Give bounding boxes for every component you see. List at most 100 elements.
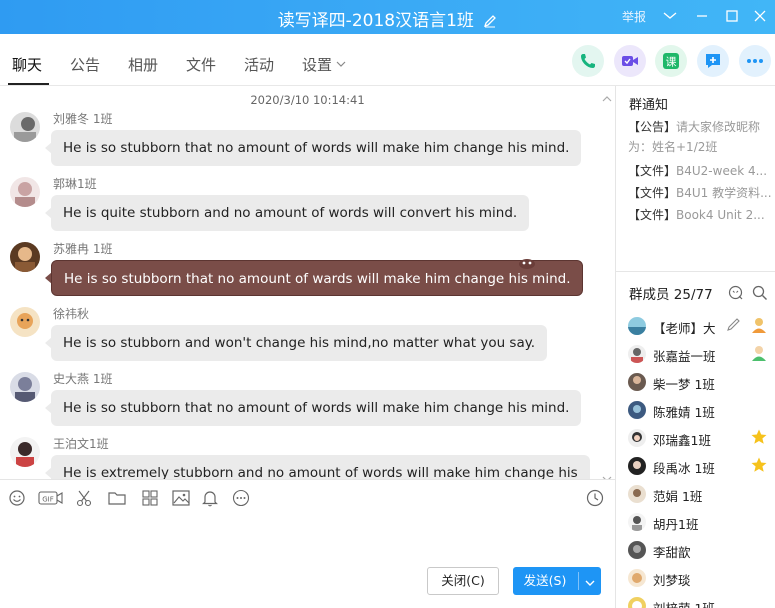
more-dots-icon[interactable] — [232, 489, 252, 507]
avatar — [628, 541, 646, 559]
folder-icon[interactable] — [108, 489, 128, 507]
image-icon[interactable] — [172, 489, 192, 507]
notice-item[interactable]: 【文件】B4U2-week 4... — [628, 162, 772, 179]
message-bubble[interactable]: He is so stubborn that no amount of word… — [51, 130, 582, 166]
title-bar: 读写译四-2018汉语言1班 举报 — [0, 0, 775, 34]
message-bubble[interactable]: He is so stubborn that no amount of word… — [51, 390, 582, 426]
message-bubble[interactable]: He is so stubborn that no amount of ward… — [51, 260, 584, 296]
send-button[interactable]: 发送(S) — [513, 567, 601, 595]
avatar[interactable] — [10, 437, 40, 467]
avatar — [628, 345, 646, 363]
sticker-icon[interactable] — [141, 489, 161, 507]
sender-name[interactable]: 徐祎秋 — [53, 305, 89, 322]
whiteboard-button[interactable] — [697, 45, 729, 77]
more-icon — [747, 59, 763, 63]
svg-text:GIF: GIF — [42, 496, 54, 504]
chevron-down-icon[interactable] — [584, 576, 596, 591]
notice-item[interactable]: 为：姓名+1/2班 — [628, 138, 772, 155]
clock-icon[interactable] — [586, 489, 606, 507]
member-item[interactable]: 李甜歆 — [628, 539, 775, 561]
chevron-down-icon — [336, 54, 346, 72]
close-button[interactable]: 关闭(C) — [427, 567, 499, 595]
group-notice-title[interactable]: 群通知 — [629, 94, 668, 113]
avatar[interactable] — [10, 242, 40, 272]
emoji-icon[interactable] — [8, 489, 28, 507]
member-item[interactable]: 段禹冰 1班 — [628, 455, 775, 477]
tab-album[interactable]: 相册 — [128, 54, 158, 75]
notice-item[interactable]: 【公告】请大家修改昵称 — [628, 118, 772, 135]
members-title: 群成员 25/77 — [629, 287, 713, 303]
tab-files[interactable]: 文件 — [186, 54, 216, 75]
avatar[interactable] — [10, 177, 40, 207]
owner-badge-icon — [750, 316, 768, 338]
avatar[interactable] — [10, 307, 40, 337]
avatar[interactable] — [10, 112, 40, 142]
edit-icon[interactable] — [483, 13, 497, 33]
report-link[interactable]: 举报 — [622, 8, 646, 25]
avatar[interactable] — [10, 372, 40, 402]
sender-name[interactable]: 史大燕 1班 — [53, 370, 112, 387]
avatar — [628, 401, 646, 419]
chevron-down-icon[interactable] — [660, 6, 680, 26]
member-name: 刘梦琰 — [653, 573, 691, 588]
gif-icon[interactable]: GIF — [38, 489, 64, 507]
tab-settings-label: 设置 — [302, 56, 333, 74]
member-name: 柴一梦 1班 — [653, 377, 715, 392]
member-item[interactable]: 刘梦琰 — [628, 567, 775, 589]
panel-divider — [616, 271, 775, 272]
notice-item[interactable]: 【文件】Book4 Unit 2... — [628, 206, 772, 223]
member-item[interactable]: 胡丹1班 — [628, 511, 775, 533]
screenshot-scissors-icon[interactable] — [75, 489, 95, 507]
member-name: 邓瑞鑫1班 — [653, 433, 711, 448]
member-item[interactable]: 柴一梦 1班 — [628, 371, 775, 393]
member-item[interactable]: 张嘉益一班 — [628, 343, 775, 365]
admin-badge-icon — [750, 344, 768, 366]
search-icon[interactable] — [752, 285, 768, 305]
message-timestamp: 2020/3/10 10:14:41 — [250, 93, 365, 107]
member-item[interactable]: 【老师】大 — [628, 315, 775, 337]
scroll-up-icon[interactable] — [602, 88, 612, 107]
tab-chat[interactable]: 聊天 — [12, 54, 42, 75]
avatar — [628, 569, 646, 587]
message-bubble[interactable]: He is quite stubborn and no amount of wo… — [51, 195, 530, 231]
member-item[interactable]: 范娟 1班 — [628, 483, 775, 505]
tab-announcement[interactable]: 公告 — [70, 54, 100, 75]
video-icon — [622, 56, 638, 66]
minimize-icon[interactable] — [692, 6, 712, 26]
maximize-icon[interactable] — [722, 6, 742, 26]
notice-item[interactable]: 【文件】B4U1 教学资料... — [628, 184, 772, 201]
member-item[interactable]: 刘梓萌 1班 — [628, 595, 775, 608]
sender-name[interactable]: 郭琳1班 — [53, 175, 97, 192]
sender-name[interactable]: 王泊文1班 — [53, 435, 109, 452]
lesson-icon-label: 课 — [666, 56, 677, 69]
active-tab-indicator — [8, 83, 49, 85]
more-actions-button[interactable] — [739, 45, 771, 77]
member-name: 【老师】大 — [653, 321, 716, 336]
member-name: 李甜歆 — [653, 545, 691, 560]
lesson-button[interactable]: 课 — [655, 45, 687, 77]
member-name: 段禹冰 1班 — [653, 461, 715, 476]
group-side-panel: 群通知 【公告】请大家修改昵称 为：姓名+1/2班 【文件】B4U2-week … — [615, 86, 775, 608]
sender-name[interactable]: 苏雅冉 1班 — [53, 240, 112, 257]
member-item[interactable]: 陈雅婧 1班 — [628, 399, 775, 421]
chat-history[interactable]: 2020/3/10 10:14:41 刘雅冬 1班 He is so stubb… — [0, 86, 615, 479]
tab-settings[interactable]: 设置 — [302, 54, 346, 75]
whiteboard-icon — [706, 54, 720, 68]
sender-name[interactable]: 刘雅冬 1班 — [53, 110, 112, 127]
member-search-face-icon[interactable] — [728, 285, 744, 305]
scroll-down-icon[interactable] — [602, 468, 612, 479]
message-bubble[interactable]: He is so stubborn and won't change his m… — [51, 325, 548, 361]
message-bubble[interactable]: He is extremely stubborn and no amount o… — [51, 455, 590, 479]
send-button-label: 发送(S) — [523, 573, 567, 588]
edit-icon[interactable] — [726, 316, 742, 336]
video-call-button[interactable] — [614, 45, 646, 77]
member-name: 范娟 1班 — [653, 489, 703, 504]
lesson-icon: 课 — [663, 53, 679, 69]
member-item[interactable]: 邓瑞鑫1班 — [628, 427, 775, 449]
message-input[interactable]: 关闭(C) 发送(S) — [0, 515, 615, 608]
phone-call-button[interactable] — [572, 45, 604, 77]
close-icon[interactable] — [750, 6, 770, 26]
tab-activities[interactable]: 活动 — [244, 54, 274, 75]
avatar — [628, 429, 646, 447]
bell-icon[interactable] — [201, 489, 221, 507]
